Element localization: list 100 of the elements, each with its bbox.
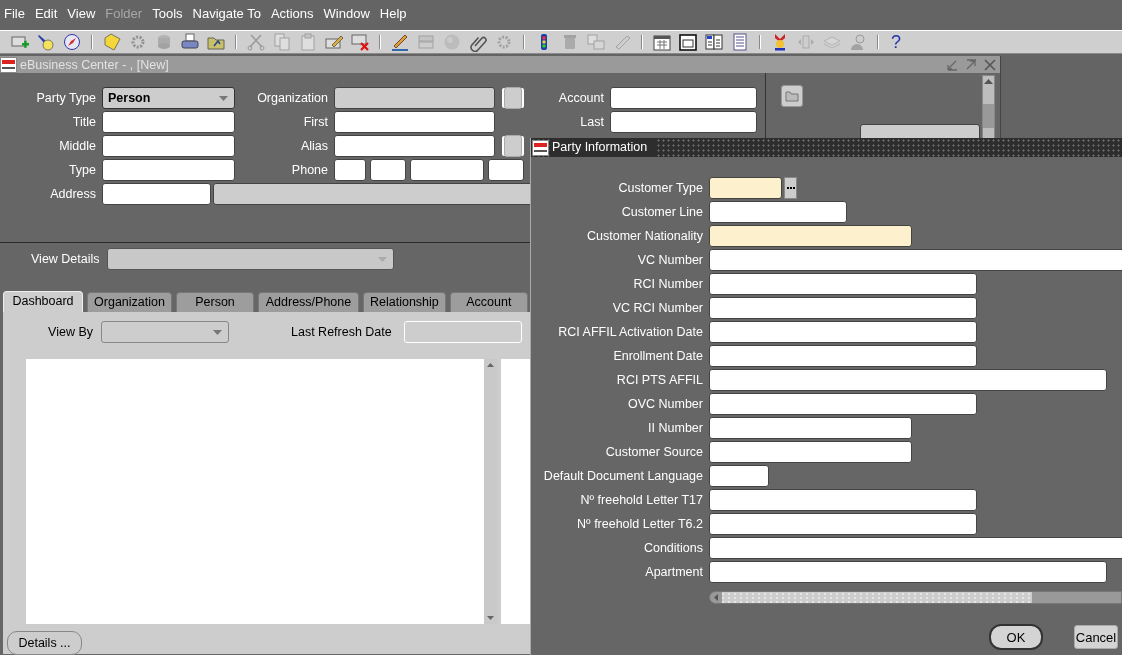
vertical-scrollbar[interactable] xyxy=(484,359,497,624)
minimize-icon xyxy=(946,58,958,71)
tab[interactable]: Relationship xyxy=(363,292,446,312)
text-field[interactable] xyxy=(610,87,757,109)
text-field[interactable] xyxy=(709,561,1107,583)
field-label: Organization xyxy=(256,90,328,107)
phone-field[interactable] xyxy=(488,159,524,181)
caret-icon xyxy=(213,329,222,335)
tab[interactable]: Dashboard xyxy=(3,291,83,312)
text-field[interactable] xyxy=(709,465,769,487)
field-label: Customer Type xyxy=(617,180,703,197)
field-label: Customer Nationality xyxy=(586,228,703,245)
scroll-up-icon xyxy=(984,79,993,84)
details-button[interactable]: Details ... xyxy=(7,631,82,655)
close-icon xyxy=(984,58,996,71)
card-cross-icon[interactable] xyxy=(350,32,370,52)
field-label: View Details xyxy=(31,252,100,266)
text-field[interactable] xyxy=(709,345,977,367)
tab[interactable]: Person xyxy=(176,292,254,312)
field-label: Conditions xyxy=(642,540,703,557)
field-label: Nº freehold Letter T6.2 xyxy=(576,516,703,533)
maximize-icon xyxy=(965,58,977,71)
cancel-button[interactable]: Cancel xyxy=(1074,625,1118,649)
phone-field[interactable] xyxy=(410,159,484,181)
caret-icon xyxy=(219,95,228,101)
text-field[interactable] xyxy=(709,489,977,511)
text-field[interactable] xyxy=(102,183,211,205)
help-button[interactable]: ? xyxy=(885,32,907,52)
text-field[interactable] xyxy=(334,111,495,133)
text-field[interactable] xyxy=(102,135,235,157)
phone-field[interactable] xyxy=(370,159,406,181)
field-label: Alias xyxy=(299,138,328,155)
field-label: RCI Number xyxy=(632,276,703,293)
text-field[interactable] xyxy=(709,513,977,535)
dialog-title: Party Information xyxy=(551,138,656,157)
text-field[interactable] xyxy=(709,537,1122,559)
text-field[interactable] xyxy=(709,249,1122,271)
field-label: Enrollment Date xyxy=(612,348,703,365)
flashlight-icon[interactable] xyxy=(36,32,56,52)
field-label: Customer Source xyxy=(604,444,703,461)
text-field[interactable] xyxy=(334,135,495,157)
menu-item[interactable]: View xyxy=(67,6,96,21)
scroll-down-icon xyxy=(485,614,496,622)
text-field[interactable] xyxy=(709,441,912,463)
list-columns-icon[interactable] xyxy=(704,32,724,52)
field-label: OVC Number xyxy=(626,396,703,413)
field-label: View By xyxy=(47,325,93,339)
horizontal-scrollbar[interactable] xyxy=(709,591,1122,604)
phone-field[interactable] xyxy=(334,159,366,181)
field-label: Last xyxy=(579,114,604,131)
printer-icon[interactable] xyxy=(180,32,200,52)
field-label: Default Document Language xyxy=(542,468,703,485)
scroll-up-icon xyxy=(485,361,496,369)
field-label: Type xyxy=(67,162,96,179)
field-label: Address xyxy=(49,186,96,203)
tab[interactable]: Organization xyxy=(87,292,172,312)
text-field[interactable] xyxy=(709,393,977,415)
field-label: Nº freehold Letter T17 xyxy=(579,492,703,509)
compass-icon[interactable] xyxy=(62,32,82,52)
text-field[interactable] xyxy=(709,369,1107,391)
app-logo-icon xyxy=(532,139,549,156)
menu-item[interactable]: Help xyxy=(379,6,407,21)
field-label: First xyxy=(302,114,328,131)
text-field[interactable] xyxy=(709,273,977,295)
menu-item[interactable]: Actions xyxy=(270,6,314,21)
text-field[interactable] xyxy=(102,159,235,181)
menu-item[interactable]: File xyxy=(4,6,25,21)
text-field[interactable] xyxy=(709,321,977,343)
app-logo-icon xyxy=(0,56,17,73)
pencil-icon[interactable] xyxy=(390,32,410,52)
tab[interactable]: Account xyxy=(449,292,528,312)
text-field[interactable] xyxy=(709,297,977,319)
text-field[interactable] xyxy=(709,177,782,199)
tab[interactable]: Address/Phone xyxy=(258,292,359,312)
text-field[interactable] xyxy=(709,201,847,223)
folder-icon xyxy=(785,90,799,102)
field-label: Phone xyxy=(290,162,328,179)
text-field[interactable] xyxy=(610,111,757,133)
text-field[interactable] xyxy=(709,225,912,247)
party-type-dropdown[interactable]: Person xyxy=(102,87,235,109)
lov-button[interactable] xyxy=(784,177,797,199)
field-label: VC RCI Number xyxy=(611,300,703,317)
field-label: II Number xyxy=(647,420,703,437)
ok-button[interactable]: OK xyxy=(989,624,1043,650)
field-label: Apartment xyxy=(644,564,703,581)
text-field[interactable] xyxy=(102,111,235,133)
text-field[interactable] xyxy=(709,417,912,439)
menu-item[interactable]: Navigate To xyxy=(192,6,261,21)
field-label: Title xyxy=(71,114,96,131)
list-icon[interactable] xyxy=(730,32,750,52)
menu-item[interactable]: Window xyxy=(323,6,370,21)
menu-item[interactable]: Edit xyxy=(34,6,58,21)
field-label: RCI PTS AFFIL xyxy=(615,372,703,389)
field-label: Last Refresh Date xyxy=(291,325,392,339)
menu-item[interactable]: Tools xyxy=(152,6,183,21)
field-label: RCI AFFIL Activation Date xyxy=(557,324,703,341)
vertical-scrollbar[interactable] xyxy=(982,75,995,139)
field-label: VC Number xyxy=(636,252,703,269)
caret-icon xyxy=(377,256,387,262)
field-label: Account xyxy=(557,90,604,107)
